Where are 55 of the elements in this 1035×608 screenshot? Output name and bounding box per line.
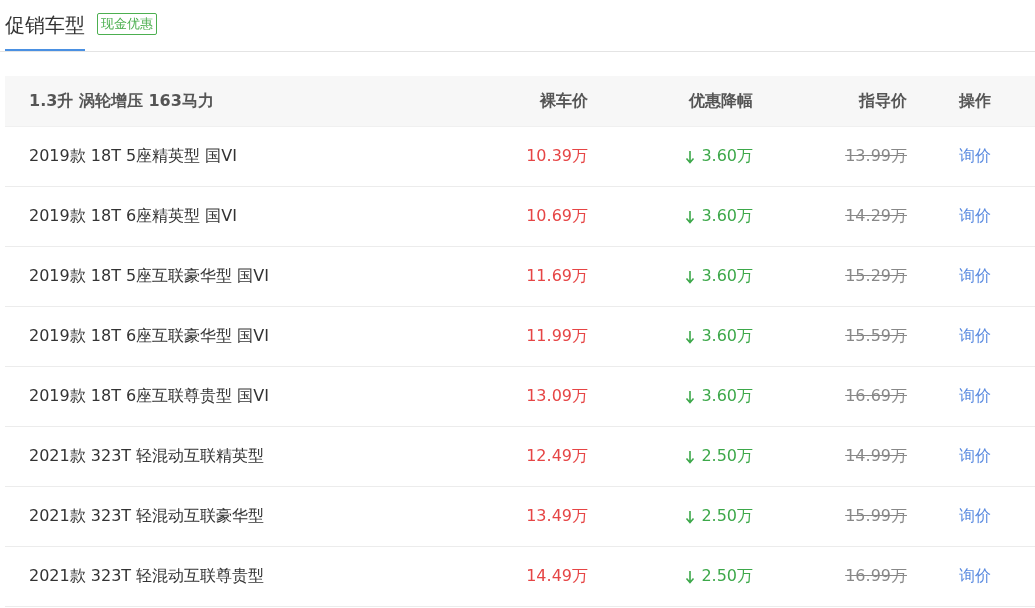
arrow-down-icon	[685, 449, 696, 464]
inquiry-link[interactable]: 询价	[959, 566, 991, 587]
arrow-down-icon	[685, 209, 696, 224]
car-price: 14.49万	[526, 566, 588, 587]
arrow-down-icon	[685, 329, 696, 344]
discount-amount: 3.60万	[701, 326, 753, 347]
car-price: 11.69万	[526, 266, 588, 287]
car-price: 10.69万	[526, 206, 588, 227]
car-price: 10.39万	[526, 146, 588, 167]
guide-price: 14.99万	[845, 446, 907, 467]
arrow-down-icon	[685, 149, 696, 164]
inquiry-link[interactable]: 询价	[959, 146, 991, 167]
discount-amount: 2.50万	[701, 506, 753, 527]
guide-price: 14.29万	[845, 206, 907, 227]
column-header: 操作	[959, 90, 991, 112]
model-name: 2021款 323T 轻混动互联精英型	[29, 446, 266, 467]
car-price: 13.49万	[526, 506, 588, 527]
cash-discount-tag: 现金优惠	[97, 12, 157, 35]
inquiry-link[interactable]: 询价	[959, 506, 991, 527]
guide-price: 15.99万	[845, 506, 907, 527]
car-price: 12.49万	[526, 446, 588, 467]
inquiry-link[interactable]: 询价	[959, 326, 991, 347]
arrow-down-icon	[685, 389, 696, 404]
car-price: 13.09万	[526, 386, 588, 407]
guide-price: 13.99万	[845, 146, 907, 167]
arrow-down-icon	[685, 269, 696, 284]
discount-amount: 2.50万	[701, 566, 753, 587]
engine-group-title: 1.3升 涡轮增压 163马力	[29, 90, 214, 112]
guide-price: 16.69万	[845, 386, 907, 407]
column-header: 指导价	[859, 90, 907, 112]
column-header: 优惠降幅	[689, 90, 753, 112]
inquiry-link[interactable]: 询价	[959, 206, 991, 227]
arrow-down-icon	[685, 509, 696, 524]
model-name: 2019款 18T 5座精英型 国VI	[29, 146, 238, 167]
model-name: 2019款 18T 6座互联尊贵型 国VI	[29, 386, 270, 407]
discount-amount: 3.60万	[701, 146, 753, 167]
guide-price: 16.99万	[845, 566, 907, 587]
car-price: 11.99万	[526, 326, 588, 347]
guide-price: 15.29万	[845, 266, 907, 287]
discount-amount: 3.60万	[701, 266, 753, 287]
guide-price: 15.59万	[845, 326, 907, 347]
discount-amount: 2.50万	[701, 446, 753, 467]
discount-amount: 3.60万	[701, 386, 753, 407]
inquiry-link[interactable]: 询价	[959, 266, 991, 287]
column-header: 裸车价	[540, 90, 588, 112]
model-name: 2021款 323T 轻混动互联尊贵型	[29, 566, 266, 587]
tab-title[interactable]: 促销车型	[5, 0, 85, 51]
model-name: 2021款 323T 轻混动互联豪华型	[29, 506, 266, 527]
discount-amount: 3.60万	[701, 206, 753, 227]
model-name: 2019款 18T 6座互联豪华型 国VI	[29, 326, 270, 347]
arrow-down-icon	[685, 569, 696, 584]
model-name: 2019款 18T 5座互联豪华型 国VI	[29, 266, 270, 287]
inquiry-link[interactable]: 询价	[959, 386, 991, 407]
model-name: 2019款 18T 6座精英型 国VI	[29, 206, 238, 227]
inquiry-link[interactable]: 询价	[959, 446, 991, 467]
